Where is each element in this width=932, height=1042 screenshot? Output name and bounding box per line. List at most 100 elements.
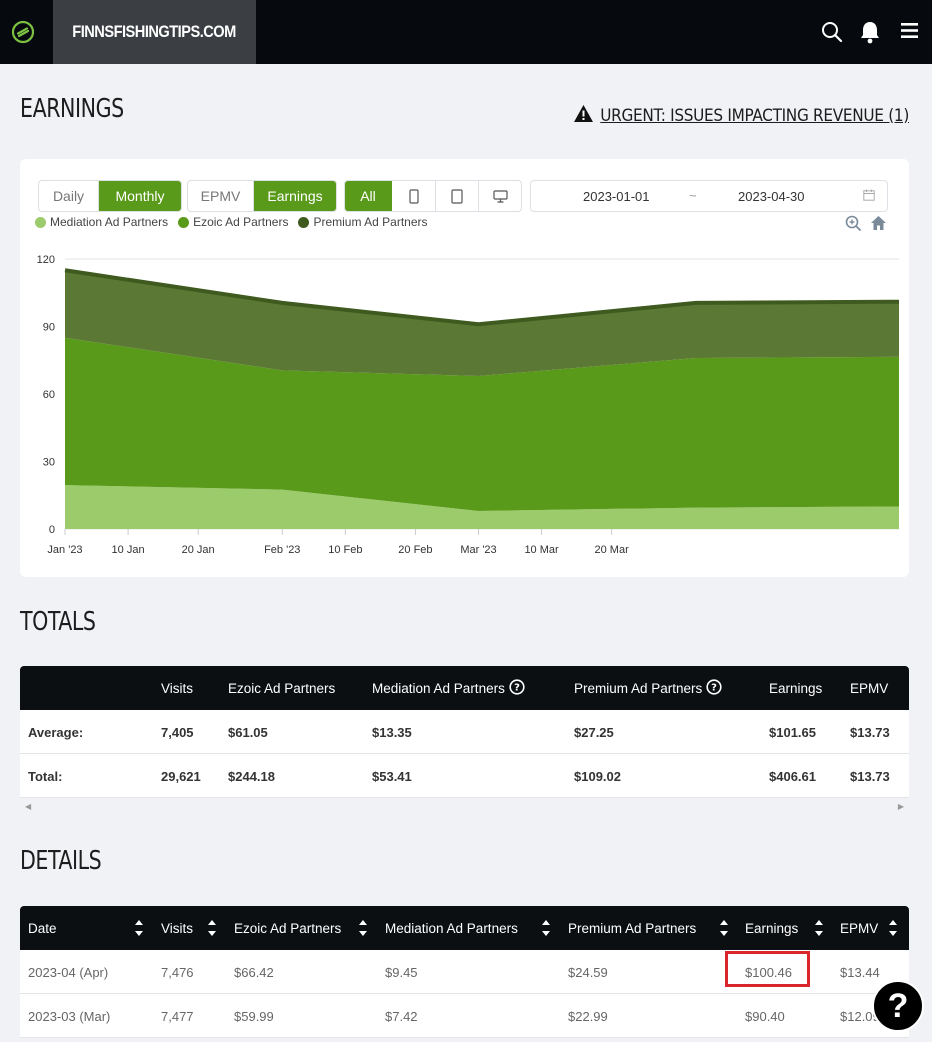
urgent-issues-label: URGENT: ISSUES IMPACTING REVENUE (1) bbox=[600, 106, 909, 126]
legend-label-mediation: Mediation Ad Partners bbox=[50, 215, 169, 229]
y-tick-label: 90 bbox=[43, 322, 55, 334]
legend-label-premium: Premium Ad Partners bbox=[313, 215, 428, 229]
date-from[interactable]: 2023-01-01 bbox=[583, 189, 650, 204]
sort-icon[interactable] bbox=[207, 918, 217, 943]
details-col-premium[interactable]: Premium Ad Partners bbox=[568, 906, 696, 950]
totals-cell-earnings: $406.61 bbox=[769, 768, 816, 784]
totals-col-mediation: Mediation Ad Partners ? bbox=[372, 666, 525, 710]
sort-icon[interactable] bbox=[888, 918, 898, 943]
bell-icon[interactable] bbox=[859, 20, 883, 44]
sort-icon[interactable] bbox=[134, 918, 144, 943]
totals-cell-mediation: $53.41 bbox=[372, 768, 412, 784]
x-tick-label: 20 Feb bbox=[398, 544, 432, 556]
desktop-icon[interactable] bbox=[479, 181, 521, 211]
search-icon[interactable] bbox=[820, 20, 844, 44]
totals-table: Visits Ezoic Ad Partners Mediation Ad Pa… bbox=[20, 666, 909, 816]
details-table: Date Visits Ezoic Ad Partners Mediation … bbox=[20, 906, 909, 1038]
zoom-in-icon[interactable] bbox=[845, 215, 862, 237]
totals-cell-ezoic: $244.18 bbox=[228, 768, 275, 784]
details-cell-mediation: $9.45 bbox=[385, 964, 418, 980]
sort-icon[interactable] bbox=[541, 918, 551, 943]
details-cell-mediation: $7.42 bbox=[385, 1008, 418, 1024]
legend-marker-premium bbox=[298, 216, 310, 228]
scroll-right-arrow-icon[interactable]: ▶ bbox=[898, 802, 904, 811]
site-selector[interactable]: FINNSFISHINGTIPS.COM bbox=[53, 0, 256, 64]
details-cell-ezoic: $59.99 bbox=[234, 1008, 274, 1024]
svg-text:?: ? bbox=[514, 682, 520, 693]
totals-col-mediation-label: Mediation Ad Partners bbox=[372, 680, 505, 696]
reset-zoom-home-icon[interactable] bbox=[870, 215, 887, 237]
details-cell-premium: $24.59 bbox=[568, 964, 608, 980]
question-circle-icon[interactable]: ? bbox=[706, 678, 722, 698]
x-tick-label: 10 Jan bbox=[112, 544, 145, 556]
x-tick-label: Jan '23 bbox=[47, 544, 82, 556]
ezoic-logo-icon[interactable] bbox=[0, 0, 46, 64]
tablet-icon[interactable] bbox=[436, 181, 479, 211]
totals-col-ezoic: Ezoic Ad Partners bbox=[228, 680, 336, 696]
totals-cell-label: Average: bbox=[28, 724, 84, 740]
date-range-picker[interactable]: 2023-01-01 ~ 2023-04-30 bbox=[530, 180, 888, 212]
totals-row-total: Total: 29,621 $244.18 $53.41 $109.02 $40… bbox=[20, 754, 909, 798]
totals-col-premium: Premium Ad Partners ? bbox=[574, 666, 722, 710]
metric-toggle: EPMV Earnings bbox=[187, 180, 337, 212]
legend-item-mediation[interactable]: Mediation Ad Partners bbox=[35, 215, 168, 229]
question-circle-icon[interactable]: ? bbox=[509, 678, 525, 698]
details-col-visits[interactable]: Visits bbox=[161, 906, 193, 950]
top-navigation-bar: FINNSFISHINGTIPS.COM bbox=[0, 0, 932, 64]
y-tick-label: 30 bbox=[43, 457, 55, 469]
date-to[interactable]: 2023-04-30 bbox=[738, 189, 805, 204]
totals-horizontal-scrollbar[interactable]: ◀ ▶ bbox=[20, 798, 909, 816]
urgent-issues-link[interactable]: URGENT: ISSUES IMPACTING REVENUE (1) bbox=[573, 104, 909, 128]
details-col-epmv[interactable]: EPMV bbox=[840, 906, 878, 950]
details-col-mediation[interactable]: Mediation Ad Partners bbox=[385, 906, 518, 950]
sort-icon[interactable] bbox=[358, 918, 368, 943]
mobile-icon[interactable] bbox=[392, 181, 436, 211]
earnings-highlight-box bbox=[725, 951, 810, 987]
help-button[interactable]: ? bbox=[872, 980, 924, 1032]
y-tick-label: 0 bbox=[49, 524, 55, 536]
table-row[interactable]: 2023-03 (Mar) 7,477 $59.99 $7.42 $22.99 … bbox=[20, 994, 909, 1038]
earnings-button[interactable]: Earnings bbox=[254, 181, 336, 211]
sort-icon[interactable] bbox=[814, 918, 824, 943]
svg-text:?: ? bbox=[711, 682, 717, 693]
details-cell-epmv: $13.44 bbox=[840, 964, 880, 980]
totals-cell-earnings: $101.65 bbox=[769, 724, 816, 740]
calendar-icon[interactable] bbox=[863, 189, 875, 204]
daily-button[interactable]: Daily bbox=[39, 181, 99, 211]
site-name: FINNSFISHINGTIPS.COM bbox=[72, 22, 237, 41]
details-col-earnings[interactable]: Earnings bbox=[745, 906, 798, 950]
totals-col-epmv: EPMV bbox=[850, 680, 889, 696]
earnings-title: EARNINGS bbox=[20, 94, 124, 124]
totals-cell-visits: 7,405 bbox=[161, 724, 194, 740]
monthly-button[interactable]: Monthly bbox=[99, 181, 181, 211]
details-cell-visits: 7,476 bbox=[161, 964, 194, 980]
legend-marker-ezoic bbox=[178, 216, 190, 228]
x-tick-label: Mar '23 bbox=[460, 544, 496, 556]
legend-item-premium[interactable]: Premium Ad Partners bbox=[298, 215, 428, 229]
chart-legend: Mediation Ad Partners Ezoic Ad Partners … bbox=[35, 215, 428, 229]
totals-cell-ezoic: $61.05 bbox=[228, 724, 268, 740]
epmv-button[interactable]: EPMV bbox=[188, 181, 254, 211]
details-col-ezoic[interactable]: Ezoic Ad Partners bbox=[234, 906, 341, 950]
totals-col-visits: Visits bbox=[161, 680, 194, 696]
table-row[interactable]: 2023-04 (Apr) 7,476 $66.42 $9.45 $24.59 … bbox=[20, 950, 909, 994]
totals-cell-mediation: $13.35 bbox=[372, 724, 412, 740]
y-tick-label: 120 bbox=[37, 254, 55, 266]
all-devices-button[interactable]: All bbox=[345, 181, 392, 211]
period-toggle: Daily Monthly bbox=[38, 180, 182, 212]
totals-col-earnings: Earnings bbox=[769, 680, 823, 696]
legend-marker-mediation bbox=[35, 216, 46, 228]
device-toggle: All bbox=[344, 180, 522, 212]
totals-cell-premium: $109.02 bbox=[574, 768, 621, 784]
menu-icon[interactable] bbox=[900, 22, 924, 46]
details-cell-date: 2023-03 (Mar) bbox=[28, 1008, 111, 1024]
earnings-area-chart[interactable]: 0 30 60 90 120 Jan '23 10 Jan 20 Jan Feb '23 10 F… bbox=[20, 247, 909, 567]
legend-item-ezoic[interactable]: Ezoic Ad Partners bbox=[178, 215, 288, 229]
totals-cell-epmv: $13.73 bbox=[850, 724, 890, 740]
details-col-date[interactable]: Date bbox=[28, 906, 57, 950]
details-cell-premium: $22.99 bbox=[568, 1008, 608, 1024]
chart-tools bbox=[845, 215, 887, 237]
scroll-left-arrow-icon[interactable]: ◀ bbox=[25, 802, 31, 811]
details-cell-date: 2023-04 (Apr) bbox=[28, 964, 109, 980]
sort-icon[interactable] bbox=[719, 918, 729, 943]
